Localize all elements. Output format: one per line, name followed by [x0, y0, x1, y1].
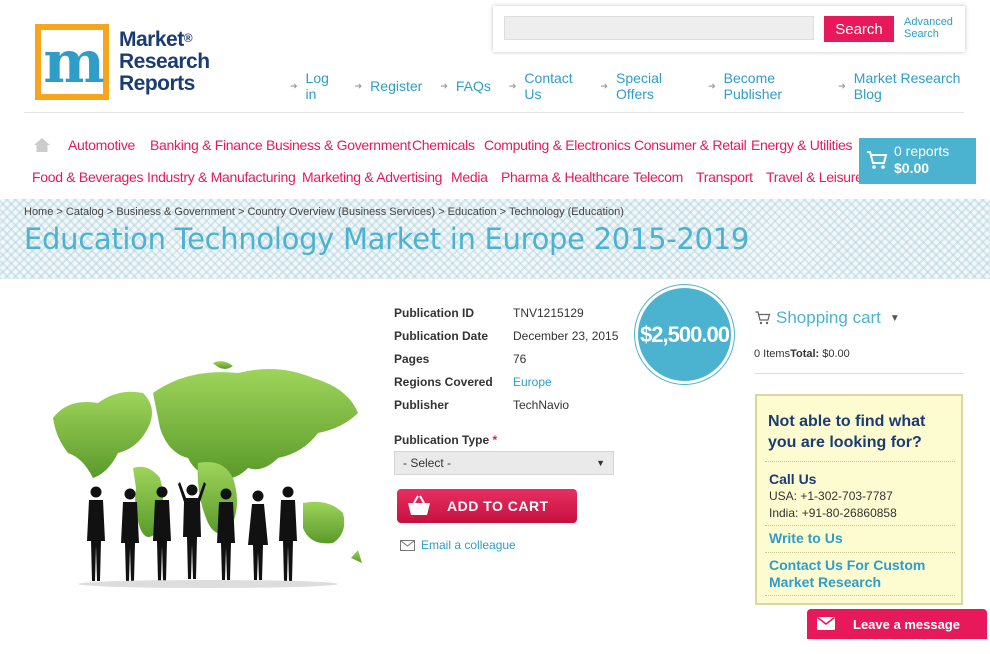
divider — [765, 552, 955, 553]
select-value: - Select - — [403, 456, 452, 470]
category-marketing-advertising[interactable]: Marketing & Advertising — [302, 169, 442, 185]
search-button[interactable]: Search — [824, 16, 894, 42]
search-input[interactable] — [504, 16, 814, 40]
logo-wordmark: Market® Research Reports — [119, 28, 210, 95]
top-link-login[interactable]: ➔ Log in — [290, 70, 337, 102]
envelope-icon — [400, 539, 415, 551]
category-transport[interactable]: Transport — [696, 169, 753, 185]
detail-label: Publisher — [394, 398, 449, 412]
basket-icon — [408, 495, 430, 515]
detail-label: Publication ID — [394, 306, 475, 320]
home-icon[interactable] — [33, 137, 51, 153]
category-energy-utilities[interactable]: Energy & Utilities — [751, 137, 853, 153]
cart-icon — [867, 151, 888, 169]
publication-type-select[interactable]: - Select - ▼ — [394, 451, 614, 475]
breadcrumb[interactable]: Home > Catalog > Business & Government >… — [24, 206, 624, 218]
category-business-government[interactable]: Business & Government — [266, 137, 411, 153]
divider — [754, 373, 964, 374]
divider — [765, 461, 955, 462]
site-logo[interactable]: m Market® Research Reports — [35, 24, 210, 100]
arrow-icon: ➔ — [708, 80, 716, 91]
category-telecom[interactable]: Telecom — [633, 169, 683, 185]
category-media[interactable]: Media — [451, 169, 488, 185]
category-chemicals[interactable]: Chemicals — [412, 137, 475, 153]
arrow-icon: ➔ — [354, 80, 363, 91]
top-link-faqs[interactable]: ➔ FAQs — [440, 70, 491, 102]
detail-label: Regions Covered — [394, 375, 493, 389]
divider — [765, 595, 955, 596]
arrow-icon: ➔ — [838, 80, 846, 91]
category-computing-electronics[interactable]: Computing & Electronics — [484, 137, 631, 153]
category-travel-leisure[interactable]: Travel & Leisure — [766, 169, 863, 185]
leave-message-button[interactable]: Leave a message — [807, 609, 987, 639]
dropdown-arrow-icon: ▼ — [596, 458, 605, 468]
category-consumer-retail[interactable]: Consumer & Retail — [634, 137, 747, 153]
header-cart-button[interactable]: 0 reports $0.00 — [859, 138, 976, 184]
arrow-icon: ➔ — [600, 80, 609, 91]
write-to-us-link[interactable]: Write to Us — [769, 530, 843, 546]
detail-label: Pages — [394, 352, 430, 366]
top-link-contact[interactable]: ➔ Contact Us — [509, 70, 583, 102]
cart-icon — [755, 311, 771, 325]
phone-usa: USA: +1-302-703-7787 — [769, 489, 893, 503]
call-us-heading: Call Us — [769, 471, 817, 487]
top-links: ➔ Log in ➔ Register ➔ FAQs ➔ Contact Us ➔ Spe… — [290, 70, 990, 102]
category-industry-manufacturing[interactable]: Industry & Manufacturing — [147, 169, 296, 185]
arrow-icon: ➔ — [508, 80, 517, 91]
top-link-become-publisher[interactable]: ➔ Become Publisher — [708, 70, 820, 102]
detail-value: 76 — [513, 352, 527, 366]
header-divider — [24, 112, 964, 113]
help-box: Not able to find what you are looking fo… — [755, 394, 963, 605]
detail-value: TNV1215129 — [513, 306, 584, 320]
help-question: Not able to find what you are looking fo… — [768, 413, 926, 451]
top-link-register[interactable]: ➔ Register — [355, 70, 423, 102]
category-banking-finance[interactable]: Banking & Finance — [150, 137, 263, 153]
region-link[interactable]: Europe — [513, 375, 552, 389]
category-food-beverages[interactable]: Food & Beverages — [32, 169, 143, 185]
custom-research-link[interactable]: Contact Us For Custom Market Research — [769, 557, 949, 591]
category-pharma-healthcare[interactable]: Pharma & Healthcare — [501, 169, 629, 185]
add-to-cart-button[interactable]: ADD TO CART — [397, 489, 577, 523]
top-link-special-offers[interactable]: ➔ Special Offers — [601, 70, 691, 102]
category-automotive[interactable]: Automotive — [68, 137, 135, 153]
phone-india: India: +91-80-26860858 — [769, 506, 897, 520]
detail-value: TechNavio — [513, 398, 570, 412]
page-title: Education Technology Market in Europe 20… — [24, 222, 749, 256]
logo-mark: m — [35, 24, 109, 100]
shopping-cart-toggle[interactable]: Shopping cart ▼ — [755, 308, 900, 328]
email-colleague-link[interactable]: Email a colleague — [400, 538, 516, 552]
advanced-search-link[interactable]: Advanced Search — [904, 16, 953, 40]
arrow-icon: ➔ — [290, 80, 298, 91]
detail-value: December 23, 2015 — [513, 329, 619, 343]
cart-report-count: 0 reports — [894, 143, 950, 159]
publication-type-label: Publication Type * — [394, 433, 498, 447]
divider — [765, 525, 955, 526]
price-badge: $2,500.00 — [635, 285, 734, 384]
envelope-icon — [817, 617, 835, 630]
world-map-business-people-image — [53, 361, 362, 588]
cart-summary: 0 ItemsTotal: $0.00 — [754, 348, 850, 360]
arrow-icon: ➔ — [440, 80, 448, 91]
search-bar: Search Advanced Search — [493, 6, 965, 52]
chevron-down-icon: ▼ — [889, 312, 900, 324]
detail-label: Publication Date — [394, 329, 489, 343]
add-to-cart-label: ADD TO CART — [447, 498, 549, 514]
cart-total: $0.00 — [894, 160, 930, 176]
top-link-blog[interactable]: ➔ Market Research Blog — [838, 70, 972, 102]
